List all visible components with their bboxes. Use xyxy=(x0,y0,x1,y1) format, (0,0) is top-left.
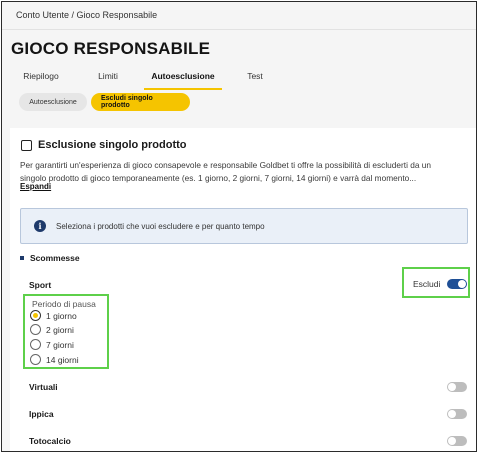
radio-option-1-giorno[interactable]: 1 giorno xyxy=(30,310,77,321)
tab-riepilogo[interactable]: Riepilogo xyxy=(10,66,72,90)
exclusion-card: Esclusione singolo prodotto Per garantir… xyxy=(10,128,476,451)
radio-button[interactable] xyxy=(30,354,41,365)
app-window: Conto Utente / Gioco Responsabile GIOCO … xyxy=(1,1,477,452)
info-box: i Seleziona i prodotti che vuoi escluder… xyxy=(20,208,468,244)
toggle-knob xyxy=(448,383,456,391)
subtab-escludi-singolo-prodotto[interactable]: Escludi singolo prodotto xyxy=(91,93,190,111)
radio-option-14-giorni[interactable]: 14 giorni xyxy=(30,354,79,365)
category-header: Scommesse xyxy=(20,253,80,263)
description-line: singolo prodotto di gioco temporaneament… xyxy=(20,172,417,183)
pause-period-label: Periodo di pausa xyxy=(32,299,96,309)
totocalcio-exclude-toggle[interactable] xyxy=(447,436,467,446)
tab-limiti[interactable]: Limiti xyxy=(72,66,144,90)
tab-test[interactable]: Test xyxy=(222,66,288,90)
expand-link[interactable]: Espandi xyxy=(20,182,51,191)
description-line: Per garantirti un'esperienza di gioco co… xyxy=(20,160,431,170)
product-label-virtuali: Virtuali xyxy=(29,382,58,392)
virtuali-exclude-toggle[interactable] xyxy=(447,382,467,392)
section-description: Per garantirti un'esperienza di gioco co… xyxy=(20,159,468,184)
tab-bar: Riepilogo Limiti Autoesclusione Test xyxy=(10,66,288,90)
radio-button[interactable] xyxy=(30,339,41,350)
radio-label: 14 giorni xyxy=(46,354,79,365)
divider xyxy=(2,29,476,30)
section-title: Esclusione singolo prodotto xyxy=(38,139,187,151)
radio-button[interactable] xyxy=(30,324,41,335)
info-icon: i xyxy=(34,220,46,232)
radio-label: 2 giorni xyxy=(46,324,74,335)
page-title: GIOCO RESPONSABILE xyxy=(11,39,211,58)
product-label-ippica: Ippica xyxy=(29,409,54,419)
product-label-sport: Sport xyxy=(29,280,52,290)
radio-option-2-giorni[interactable]: 2 giorni xyxy=(30,324,74,335)
radio-option-7-giorni[interactable]: 7 giorni xyxy=(30,339,74,350)
sport-exclude-toggle[interactable] xyxy=(447,279,467,289)
info-text: Seleziona i prodotti che vuoi escludere … xyxy=(56,221,265,231)
toggle-knob xyxy=(448,437,456,445)
subtab-bar: Autoesclusione Escludi singolo prodotto xyxy=(19,93,190,111)
category-title: Scommesse xyxy=(30,253,80,263)
square-icon xyxy=(21,139,32,151)
toggle-knob xyxy=(448,410,456,418)
radio-label: 1 giorno xyxy=(46,310,77,321)
subtab-autoesclusione[interactable]: Autoesclusione xyxy=(19,93,87,111)
radio-button[interactable] xyxy=(30,310,41,321)
product-label-totocalcio: Totocalcio xyxy=(29,436,71,446)
radio-label: 7 giorni xyxy=(46,339,74,350)
breadcrumb: Conto Utente / Gioco Responsabile xyxy=(16,10,158,20)
tab-autoesclusione[interactable]: Autoesclusione xyxy=(144,66,222,90)
bullet-icon xyxy=(20,256,24,260)
ippica-exclude-toggle[interactable] xyxy=(447,409,467,419)
section-header: Esclusione singolo prodotto xyxy=(21,139,187,151)
exclude-label: Escludi xyxy=(413,279,441,289)
toggle-knob xyxy=(458,280,466,288)
